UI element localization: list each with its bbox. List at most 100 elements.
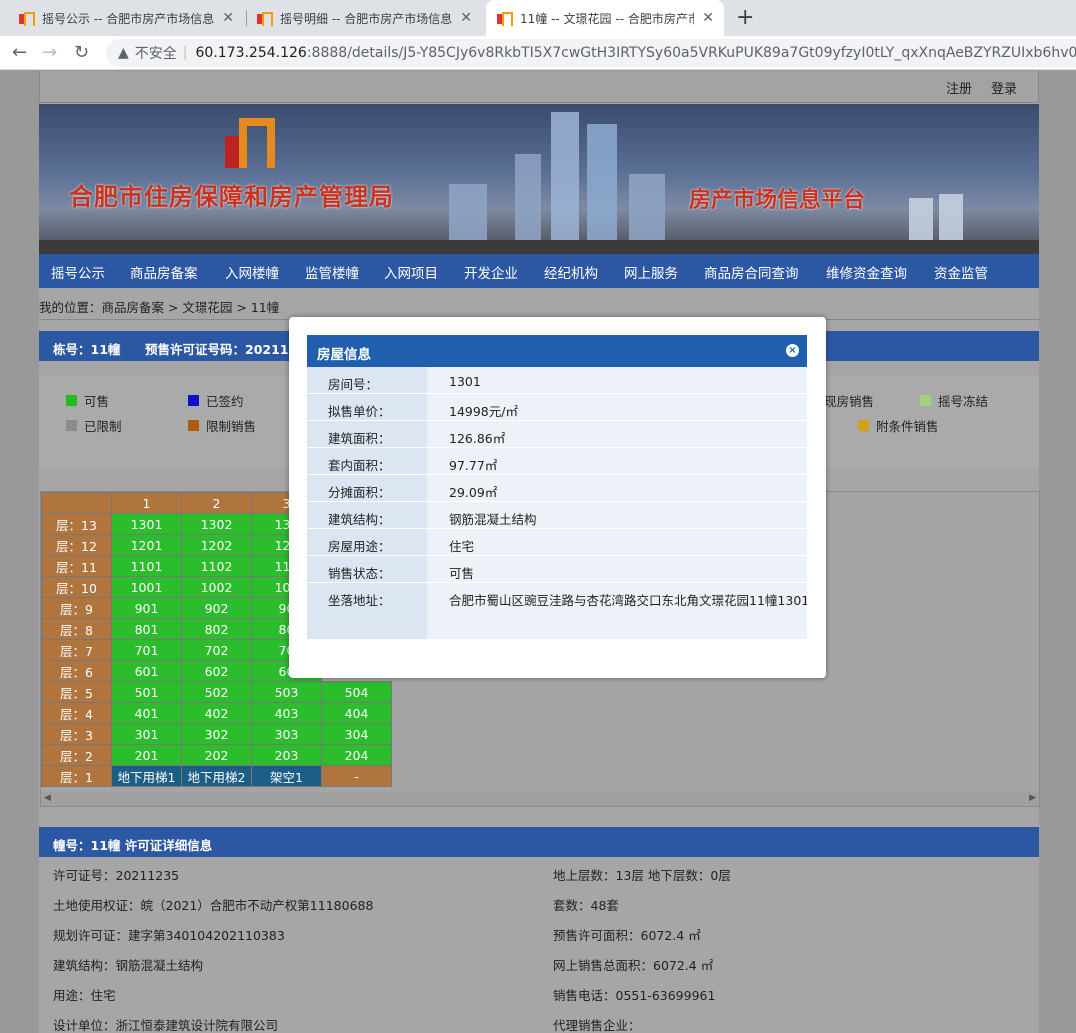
info-label: 分摊面积： (307, 475, 427, 501)
close-tab-icon[interactable]: ✕ (460, 10, 472, 26)
info-row: 销售状态： 可售 (307, 556, 807, 583)
unit-cell[interactable]: 204 (321, 744, 392, 766)
menu-item[interactable]: 商品房合同查询 (704, 262, 799, 282)
site-banner: 合肥市住房保障和房产管理局 房产市场信息平台 (39, 104, 1039, 254)
unit-cell[interactable]: 1001 (111, 576, 182, 598)
unit-cell[interactable]: 203 (251, 744, 322, 766)
unit-cell[interactable]: 501 (111, 681, 182, 703)
menu-item[interactable]: 商品房备案 (130, 262, 198, 282)
unit-cell[interactable]: 202 (181, 744, 252, 766)
menu-item[interactable]: 网上服务 (624, 262, 678, 282)
unit-cell[interactable]: 1202 (181, 534, 252, 556)
empty-unit-cell: - (321, 765, 392, 787)
unit-cell[interactable]: 地下用梯1 (111, 765, 182, 787)
unit-cell[interactable]: 302 (181, 723, 252, 745)
floor-label: 层：1 (41, 765, 112, 787)
info-row: 分摊面积： 29.09㎡ (307, 475, 807, 502)
browser-tab[interactable]: 摇号明细 -- 合肥市房产市场信息 ✕ (246, 0, 482, 36)
info-row: 建筑结构： 钢筋混凝土结构 (307, 502, 807, 529)
unit-cell[interactable]: 1002 (181, 576, 252, 598)
register-link[interactable]: 注册 (946, 78, 972, 97)
unit-cell[interactable]: 303 (251, 723, 322, 745)
table-row: 层：4 401 402 403 404 (41, 702, 392, 724)
new-tab-icon[interactable]: + (736, 5, 754, 30)
banner-subtitle: 房产市场信息平台 (689, 188, 866, 213)
legend-item: 可售 (66, 391, 109, 410)
legend-item: 限制销售 (188, 416, 256, 435)
unit-cell[interactable]: 601 (111, 660, 182, 682)
unit-cell[interactable]: 1201 (111, 534, 182, 556)
tab-title: 11幢 -- 文璟花园 -- 合肥市房产市 (520, 11, 695, 26)
unit-cell[interactable]: 1302 (181, 513, 252, 535)
forward-arrow-icon[interactable]: → (42, 42, 57, 63)
unit-cell[interactable]: 地下用梯2 (181, 765, 252, 787)
main-menu: 摇号公示 商品房备案 入网楼幢 监管楼幢 入网项目 开发企业 经纪机构 网上服务… (39, 254, 1039, 288)
unit-cell[interactable]: 301 (111, 723, 182, 745)
browser-tab-bar: 摇号公示 -- 合肥市房产市场信息 ✕ 摇号明细 -- 合肥市房产市场信息 ✕ … (0, 0, 1076, 36)
reload-icon[interactable]: ↻ (74, 42, 89, 63)
floor-label: 层：3 (41, 723, 112, 745)
info-value: 1301 (427, 367, 807, 393)
unit-cell[interactable]: 403 (251, 702, 322, 724)
unit-cell[interactable]: 901 (111, 597, 182, 619)
menu-item[interactable]: 入网项目 (384, 262, 438, 282)
floor-label: 层：13 (41, 513, 112, 535)
address-bar: ← → ↻ ▲ 不安全 | 60.173.254.126:8888/detail… (0, 36, 1076, 70)
url-field[interactable]: ▲ 不安全 | 60.173.254.126:8888/details/J5-Y… (106, 39, 1076, 67)
unit-cell[interactable]: 504 (321, 681, 392, 703)
unit-cell[interactable]: 802 (181, 618, 252, 640)
menu-item[interactable]: 摇号公示 (51, 262, 105, 282)
info-value: 可售 (427, 556, 807, 582)
room-info-table: 房间号： 1301 拟售单价： 14998元/㎡ 建筑面积： 126.86㎡ 套内面积： 97… (307, 367, 807, 640)
menu-item[interactable]: 资金监管 (934, 262, 988, 282)
menu-item[interactable]: 监管楼幢 (305, 262, 359, 282)
menu-item[interactable]: 维修资金查询 (826, 262, 907, 282)
info-label: 拟售单价： (307, 394, 427, 420)
unit-cell[interactable]: 401 (111, 702, 182, 724)
browser-tab[interactable]: 摇号公示 -- 合肥市房产市场信息 ✕ (8, 0, 244, 36)
info-row: 建筑面积： 126.86㎡ (307, 421, 807, 448)
unit-cell[interactable]: 402 (181, 702, 252, 724)
info-row: 拟售单价： 14998元/㎡ (307, 394, 807, 421)
unit-cell[interactable]: 1301 (111, 513, 182, 535)
unit-cell[interactable]: 502 (181, 681, 252, 703)
modal-header: 房屋信息 × (307, 335, 807, 367)
unit-cell[interactable]: 701 (111, 639, 182, 661)
detail-row: 用途：住宅 销售电话：0551-63699961 (53, 988, 716, 1003)
unit-cell[interactable]: 1101 (111, 555, 182, 577)
unit-cell[interactable]: 602 (181, 660, 252, 682)
unit-cell[interactable]: 404 (321, 702, 392, 724)
unit-cell[interactable]: 801 (111, 618, 182, 640)
close-tab-icon[interactable]: ✕ (702, 10, 714, 26)
permit-detail-title: 幢号：11幢 许可证详细信息 (53, 838, 213, 853)
info-value: 29.09㎡ (427, 475, 807, 501)
unit-cell[interactable]: 架空1 (251, 765, 322, 787)
detail-row: 设计单位：浙江恒泰建筑设计院有限公司 代理销售企业： (53, 1018, 641, 1033)
unit-cell[interactable]: 304 (321, 723, 392, 745)
browser-tab-active[interactable]: 11幢 -- 文璟花园 -- 合肥市房产市 ✕ (486, 0, 724, 36)
tab-title: 摇号公示 -- 合肥市房产市场信息 (42, 11, 215, 26)
login-link[interactable]: 登录 (991, 78, 1017, 97)
close-tab-icon[interactable]: ✕ (222, 10, 234, 26)
unit-cell[interactable]: 503 (251, 681, 322, 703)
menu-item[interactable]: 入网楼幢 (225, 262, 279, 282)
unit-cell[interactable]: 902 (181, 597, 252, 619)
back-arrow-icon[interactable]: ← (12, 42, 27, 63)
top-links: 注册 登录 (39, 71, 1039, 103)
unit-cell[interactable]: 1102 (181, 555, 252, 577)
unit-cell[interactable]: 201 (111, 744, 182, 766)
unit-cell[interactable]: 702 (181, 639, 252, 661)
horizontal-scrollbar[interactable]: ◀ ▶ (41, 792, 1039, 806)
legend-item: 已限制 (66, 416, 122, 435)
info-row: 套内面积： 97.77㎡ (307, 448, 807, 475)
menu-item[interactable]: 经纪机构 (544, 262, 598, 282)
info-label: 房屋用途： (307, 529, 427, 555)
info-label: 房间号： (307, 367, 427, 393)
info-value: 97.77㎡ (427, 448, 807, 474)
site-favicon-icon (18, 11, 35, 26)
scroll-left-icon[interactable]: ◀ (44, 793, 51, 803)
scroll-right-icon[interactable]: ▶ (1029, 793, 1036, 803)
close-icon[interactable]: × (786, 344, 799, 357)
menu-item[interactable]: 开发企业 (464, 262, 518, 282)
detail-row: 建筑结构：钢筋混凝土结构 网上销售总面积：6072.4 ㎡ (53, 958, 714, 973)
